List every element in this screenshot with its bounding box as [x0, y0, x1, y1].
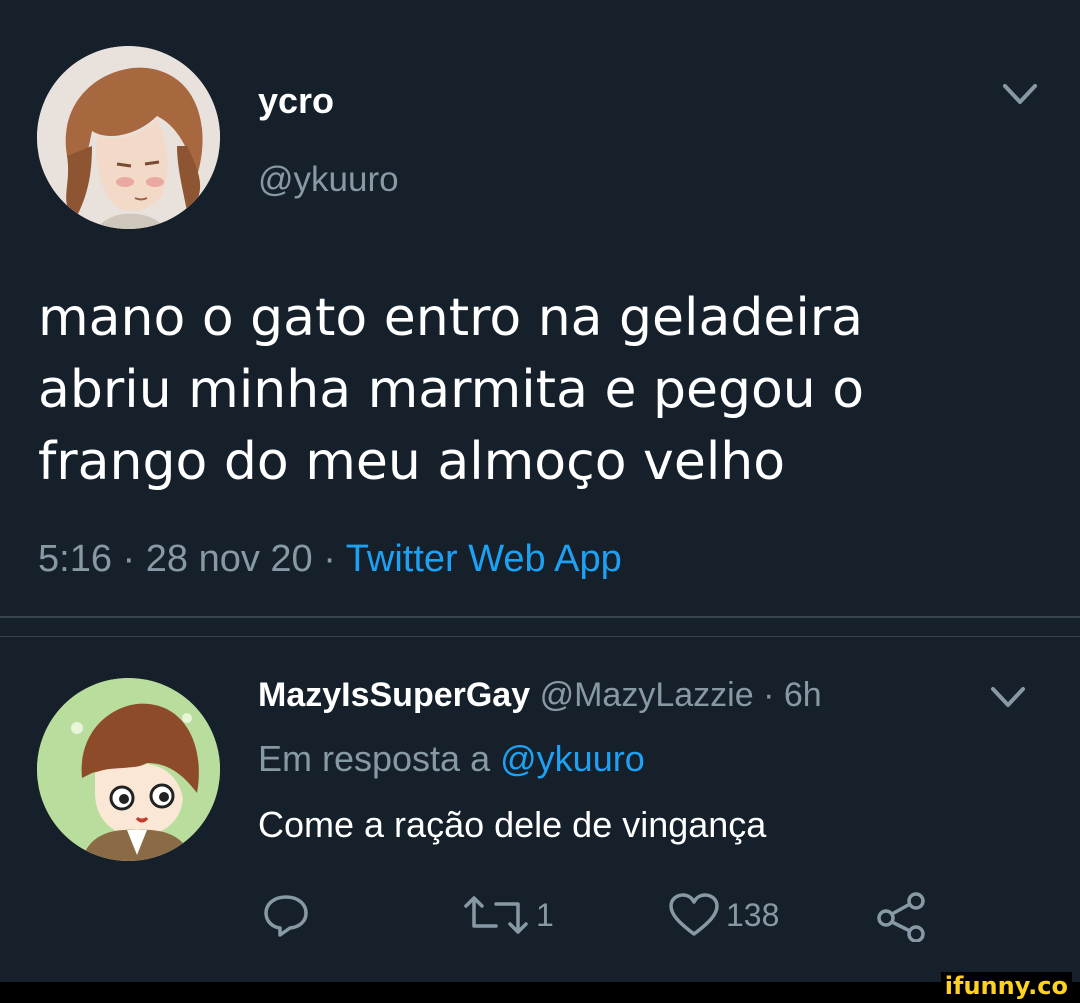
meta-separator: · [122, 538, 136, 580]
bottom-bar [0, 982, 1080, 1003]
retweet-icon [464, 896, 528, 934]
tweet-time[interactable]: 5:16 [38, 538, 112, 580]
avatar-illustration [37, 46, 220, 229]
comment-icon [264, 895, 308, 937]
like-count: 138 [726, 896, 780, 933]
share-button[interactable] [876, 892, 928, 942]
reply-text: Come a ração dele de vingança [258, 804, 767, 845]
retweet-count: 1 [536, 896, 554, 933]
avatar-illustration [37, 678, 220, 861]
reply-author-handle[interactable]: @MazyLazzie [540, 676, 754, 714]
chevron-down-icon[interactable] [990, 685, 1026, 711]
tweet-text-line: frango do meu almoço velho [38, 432, 786, 492]
like-button[interactable]: 138 [668, 892, 779, 938]
tweet-text-line: mano o gato entro na geladeira [38, 288, 864, 348]
reply-author-avatar[interactable] [37, 678, 220, 861]
meta-separator: · [323, 538, 336, 580]
retweet-button[interactable]: 1 [462, 892, 554, 938]
author-handle[interactable]: @ykuuro [258, 160, 399, 200]
tweet-date[interactable]: 28 nov 20 [146, 538, 313, 580]
reply-header: MazyIsSuperGay @MazyLazzie · 6h [258, 676, 822, 715]
heart-icon [669, 893, 719, 936]
divider [0, 636, 1080, 637]
reply-author-display-name[interactable]: MazyIsSuperGay [258, 676, 530, 714]
in-reply-to-handle[interactable]: @ykuuro [500, 738, 645, 779]
reply-age[interactable]: 6h [784, 676, 822, 714]
watermark: ifunny.co [940, 972, 1072, 1000]
chevron-down-icon[interactable] [1002, 82, 1038, 108]
in-reply-to: Em resposta a @ykuuro [258, 738, 645, 780]
share-icon [877, 892, 925, 942]
divider [0, 616, 1080, 618]
in-reply-to-label: Em resposta a [258, 738, 491, 779]
tweet-meta: 5:16 · 28 nov 20 · Twitter Web App [38, 538, 622, 581]
meta-separator: · [763, 676, 775, 714]
tweet-source-link[interactable]: Twitter Web App [346, 538, 622, 580]
author-avatar[interactable] [37, 46, 220, 229]
tweet-text: mano o gato entro na geladeira abriu min… [38, 282, 1038, 498]
reply-button[interactable] [262, 892, 310, 938]
author-display-name[interactable]: ycro [258, 80, 334, 122]
tweet-text-line: abriu minha marmita e pegou o [38, 360, 865, 420]
